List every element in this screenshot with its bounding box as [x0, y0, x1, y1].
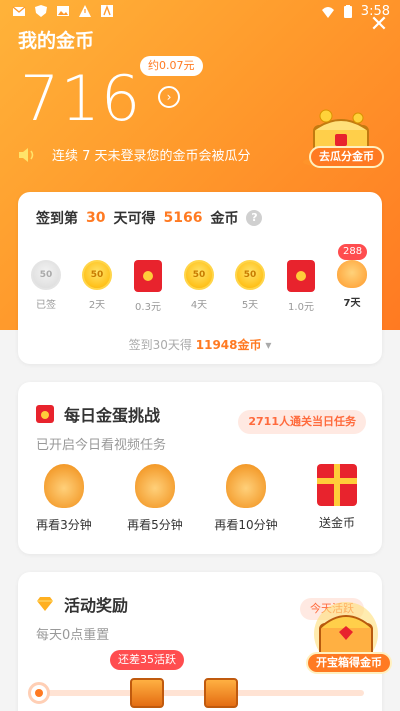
close-icon[interactable]: ✕: [368, 14, 390, 36]
go-split-coins-button[interactable]: 去瓜分金币: [309, 146, 384, 168]
activity-progress-track: [34, 690, 364, 696]
status-bar: 3:58: [0, 0, 400, 26]
egg-task-3min[interactable]: 再看3分钟: [24, 464, 104, 533]
red-packet-icon: [134, 260, 162, 292]
page-title: 我的金币: [18, 30, 95, 52]
activity-title-text: 活动奖励: [64, 596, 129, 615]
coin-icon: 50: [82, 260, 112, 290]
signin-day-label: 4天: [190, 300, 208, 311]
treasure-chest-icon[interactable]: [204, 678, 238, 708]
signin-day-5[interactable]: 50 5天: [230, 260, 270, 311]
egg-task-10min[interactable]: 再看10分钟: [206, 464, 286, 533]
gift-box-icon: [317, 464, 357, 506]
signin-day-label: 2天: [88, 300, 106, 311]
coin-balance: 716: [20, 62, 142, 135]
open-chest-button[interactable]: 开宝箱得金币: [306, 652, 392, 674]
signin-days: 30: [86, 210, 106, 226]
approx-value-badge: 约0.07元: [140, 56, 203, 76]
signin-prefix: 签到第: [36, 211, 78, 227]
signin-day-7[interactable]: 288 7天: [332, 244, 372, 309]
signin-title: 签到第 30 天可得 5166 金币 ?: [36, 208, 263, 228]
diamond-icon: [37, 597, 53, 611]
signin-day-label: 5天: [241, 300, 259, 311]
signin-footer-amount: 11948金币: [195, 338, 262, 352]
mail-icon: [12, 6, 26, 16]
signin-days-row: 50 已签 50 2天 0.3元 50 4天 50 5天 1.0元 288 7天: [18, 244, 382, 320]
progress-start-dot: [28, 682, 50, 704]
red-packet-icon: [287, 260, 315, 292]
egg-task-label: 再看10分钟: [214, 518, 278, 532]
egg-task-label: 送金币: [318, 516, 355, 530]
golden-egg-icon: [226, 464, 266, 508]
egg-task-5min[interactable]: 再看5分钟: [115, 464, 195, 533]
signin-unit: 金币: [210, 211, 239, 227]
signin-middle: 天可得: [113, 211, 156, 227]
signin-day-4[interactable]: 50 4天: [179, 260, 219, 311]
help-icon[interactable]: ?: [246, 210, 263, 226]
golden-egg-icon: [135, 464, 175, 508]
speaker-icon: [19, 147, 34, 162]
golden-egg-icon: [44, 464, 84, 508]
coin-icon: 50: [184, 260, 214, 290]
text-icon: [101, 5, 113, 17]
shield-icon: [35, 5, 47, 17]
warning-icon: [79, 5, 91, 17]
coin-icon: 50: [31, 260, 61, 290]
signin-footer[interactable]: 签到30天得 11948金币 ▾: [18, 336, 382, 353]
egg-task-label: 再看5分钟: [127, 518, 183, 532]
signin-day-1[interactable]: 50 已签: [26, 260, 66, 311]
signin-day-6[interactable]: 1.0元: [281, 260, 321, 313]
signin-day-label: 1.0元: [288, 302, 314, 313]
signin-day-label: 7天: [343, 298, 361, 309]
red-packet-icon: [36, 405, 54, 423]
battery-icon: [343, 4, 352, 18]
completion-count-pill: 2711人通关当日任务: [238, 410, 366, 434]
coin-icon: 50: [235, 260, 265, 290]
activity-gap-pill: 还差35活跃: [110, 650, 184, 670]
activity-title: 活动奖励: [36, 592, 128, 616]
signin-day-label: 0.3元: [135, 302, 161, 313]
chevron-down-icon: ▾: [265, 338, 272, 352]
egg-task-label: 再看3分钟: [36, 518, 92, 532]
chevron-right-icon[interactable]: ›: [158, 86, 180, 108]
signin-day-3[interactable]: 0.3元: [128, 260, 168, 313]
signin-day-label: 已签: [36, 300, 56, 311]
signin-card: 签到第 30 天可得 5166 金币 ? 50 已签 50 2天 0.3元 50…: [18, 192, 382, 364]
image-icon: [57, 6, 69, 16]
coin-bag-icon: [337, 260, 367, 288]
wifi-icon: [321, 6, 334, 18]
egg-task-gift[interactable]: 送金币: [297, 464, 377, 531]
egg-challenge-title-text: 每日金蛋挑战: [64, 406, 161, 425]
signin-day-2[interactable]: 50 2天: [77, 260, 117, 311]
treasure-chest-icon[interactable]: [130, 678, 164, 708]
activity-subtitle: 每天0点重置: [36, 628, 110, 643]
egg-challenge-card: 每日金蛋挑战 已开启今日看视频任务 2711人通关当日任务 再看3分钟 再看5分…: [18, 382, 382, 554]
warning-row: 连续 7 天未登录您的金币会被瓜分: [18, 145, 251, 164]
signin-footer-prefix: 签到30天得: [128, 338, 192, 352]
egg-challenge-title: 每日金蛋挑战: [36, 402, 160, 426]
warning-text: 连续 7 天未登录您的金币会被瓜分: [52, 149, 251, 164]
signin-amount: 5166: [163, 210, 203, 226]
egg-challenge-subtitle: 已开启今日看视频任务: [36, 438, 167, 453]
bonus-badge: 288: [338, 244, 368, 260]
